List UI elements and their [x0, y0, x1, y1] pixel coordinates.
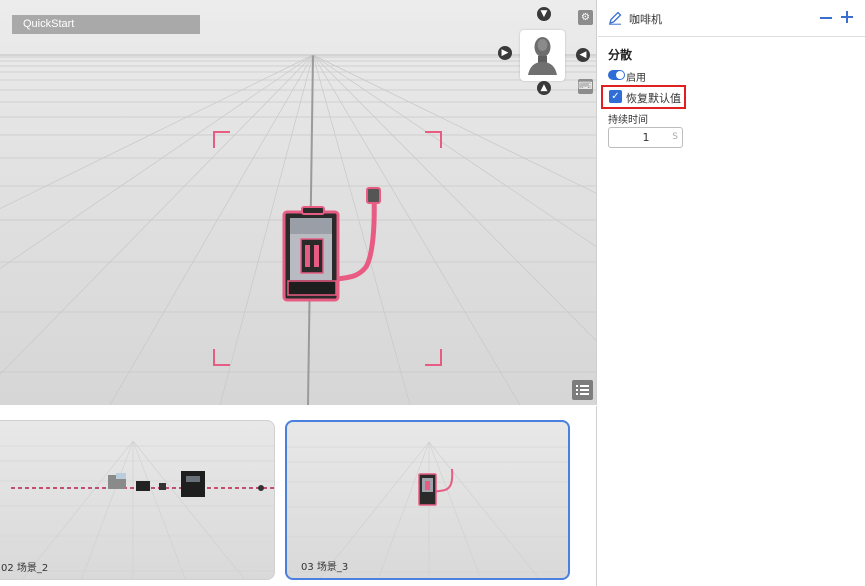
scene-label: 03 场景_3 [301, 562, 349, 573]
chevron-left-icon[interactable]: ◀ [576, 48, 590, 62]
chevron-down-icon[interactable]: ▼ [537, 7, 551, 21]
coffee-machine-model[interactable] [278, 185, 388, 307]
head-bust-icon [528, 37, 557, 75]
add-icon[interactable] [840, 10, 854, 24]
duration-unit: S [672, 132, 678, 142]
reset-default-label: 恢复默认值 [626, 92, 681, 105]
chevron-right-icon[interactable]: ▶ [498, 46, 512, 60]
scene-thumbnail-selected[interactable]: 03 场景_3 [285, 420, 570, 580]
scene-thumbnail[interactable]: 02 场景_2 [0, 420, 275, 580]
duration-label: 持续时间 [608, 115, 648, 126]
reset-checkbox[interactable]: ✓ [609, 90, 622, 103]
list-button[interactable] [572, 380, 593, 400]
enable-label: 启用 [626, 73, 646, 84]
scene-3-preview [287, 441, 568, 578]
edit-icon[interactable] [608, 11, 622, 25]
list-icon [576, 385, 589, 395]
chevron-up-icon[interactable]: ▲ [537, 81, 551, 95]
panel-header: 咖啡机 [598, 0, 865, 37]
camera-preview[interactable] [520, 30, 565, 81]
focus-frame-corner [213, 349, 230, 366]
keyboard-icon[interactable]: ⌨ [578, 79, 593, 94]
focus-frame-corner [425, 349, 442, 366]
object-name: 咖啡机 [629, 13, 662, 26]
duration-input[interactable]: 1 S [608, 127, 683, 148]
3d-viewport[interactable]: QuickStart ▼ ▶ ◀ ▲ ⚙ ⌨ [0, 0, 597, 405]
project-title: QuickStart [12, 15, 200, 34]
scene-label: 02 场景_2 [1, 563, 49, 574]
scene-strip: 02 场景_2 03 场景_3 [0, 406, 597, 586]
camera-settings-icon[interactable]: ⚙ [578, 10, 593, 25]
focus-frame-corner [425, 131, 442, 148]
section-title: 分散 [608, 48, 633, 62]
scene-2-preview [0, 440, 274, 579]
focus-frame-corner [213, 131, 230, 148]
enable-toggle[interactable] [608, 70, 625, 80]
collapse-icon[interactable] [819, 11, 833, 25]
